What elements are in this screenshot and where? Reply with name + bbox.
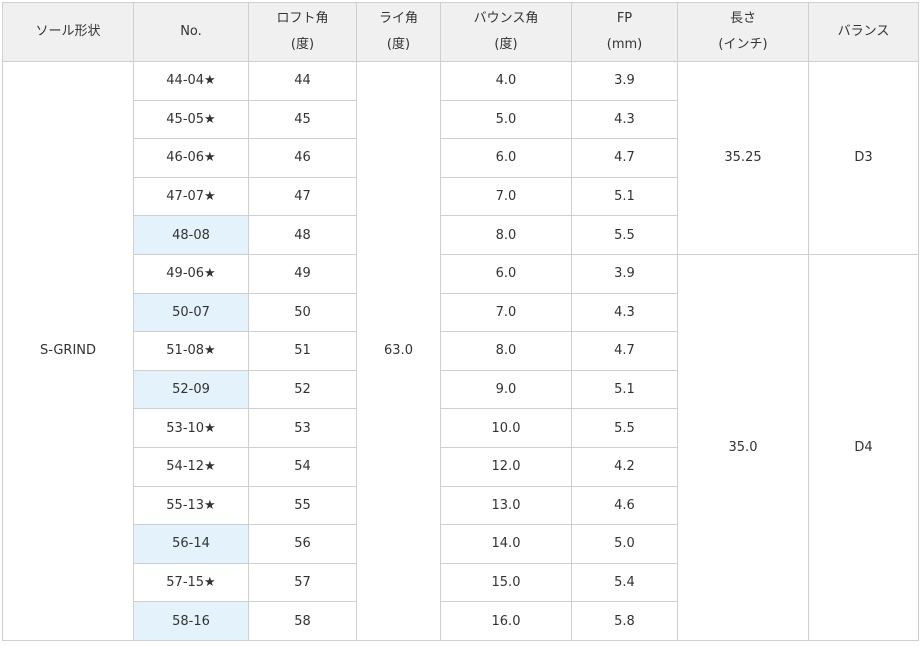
cell-loft: 54 bbox=[248, 446, 357, 487]
cell-no: 52-09 bbox=[133, 369, 249, 410]
cell-fp: 4.2 bbox=[571, 446, 678, 487]
cell-length: 35.0 bbox=[677, 253, 809, 641]
cell-loft: 47 bbox=[248, 176, 357, 217]
cell-bounce: 7.0 bbox=[440, 176, 572, 217]
cell-no: 51-08★ bbox=[133, 331, 249, 371]
cell-bounce: 9.0 bbox=[440, 369, 572, 410]
cell-bounce: 8.0 bbox=[440, 331, 572, 371]
header-lie: ライ角 (度) bbox=[356, 2, 441, 62]
table-row: S-GRIND 44-04★ 44 63.0 4.0 3.9 35.25 D3 bbox=[2, 61, 919, 641]
cell-no: 55-13★ bbox=[133, 485, 249, 526]
cell-bounce: 8.0 bbox=[440, 215, 572, 255]
header-loft: ロフト角 (度) bbox=[248, 2, 357, 62]
cell-loft: 52 bbox=[248, 369, 357, 410]
cell-no: 49-06★ bbox=[133, 253, 249, 294]
cell-fp: 5.5 bbox=[571, 408, 678, 448]
cell-fp: 5.8 bbox=[571, 601, 678, 641]
cell-no: 57-15★ bbox=[133, 562, 249, 603]
cell-loft: 56 bbox=[248, 524, 357, 564]
cell-no: 44-04★ bbox=[133, 61, 249, 101]
header-length: 長さ (インチ) bbox=[677, 2, 809, 62]
cell-fp: 4.6 bbox=[571, 485, 678, 526]
cell-loft: 55 bbox=[248, 485, 357, 526]
cell-bounce: 15.0 bbox=[440, 562, 572, 603]
header-sole: ソール形状 bbox=[2, 2, 134, 62]
cell-no: 54-12★ bbox=[133, 446, 249, 487]
table-header: ソール形状 No. ロフト角 (度) ライ角 (度) バウンス角 (度) FP (mm)… bbox=[2, 2, 919, 62]
cell-no: 46-06★ bbox=[133, 138, 249, 178]
cell-balance: D4 bbox=[808, 253, 919, 641]
cell-fp: 5.5 bbox=[571, 215, 678, 255]
cell-no: 58-16 bbox=[133, 601, 249, 641]
cell-loft: 44 bbox=[248, 61, 357, 101]
header-row: ソール形状 No. ロフト角 (度) ライ角 (度) バウンス角 (度) FP (mm)… bbox=[2, 2, 919, 62]
header-no: No. bbox=[133, 2, 249, 62]
cell-fp: 4.7 bbox=[571, 331, 678, 371]
cell-lie: 63.0 bbox=[356, 61, 441, 641]
cell-no: 48-08 bbox=[133, 215, 249, 255]
cell-loft: 57 bbox=[248, 562, 357, 603]
table-body: S-GRIND 44-04★ 44 63.0 4.0 3.9 35.25 D3 45-05★ 45… bbox=[2, 61, 919, 641]
cell-fp: 5.4 bbox=[571, 562, 678, 603]
cell-bounce: 5.0 bbox=[440, 99, 572, 140]
cell-fp: 5.1 bbox=[571, 176, 678, 217]
cell-bounce: 16.0 bbox=[440, 601, 572, 641]
cell-no: 56-14 bbox=[133, 524, 249, 564]
cell-no: 53-10★ bbox=[133, 408, 249, 448]
header-balance: バランス bbox=[808, 2, 919, 62]
cell-bounce: 13.0 bbox=[440, 485, 572, 526]
cell-loft: 58 bbox=[248, 601, 357, 641]
cell-bounce: 4.0 bbox=[440, 61, 572, 101]
cell-bounce: 12.0 bbox=[440, 446, 572, 487]
cell-loft: 51 bbox=[248, 331, 357, 371]
cell-sole: S-GRIND bbox=[2, 61, 134, 641]
cell-length: 35.25 bbox=[677, 61, 809, 255]
table-row: 49-06★ 49 6.0 3.9 35.0 D4 bbox=[3, 253, 919, 641]
cell-bounce: 6.0 bbox=[440, 138, 572, 178]
cell-fp: 4.3 bbox=[571, 292, 678, 333]
cell-no: 47-07★ bbox=[133, 176, 249, 217]
cell-bounce: 10.0 bbox=[440, 408, 572, 448]
cell-bounce: 6.0 bbox=[440, 253, 572, 294]
header-fp: FP (mm) bbox=[571, 2, 678, 62]
cell-balance: D3 bbox=[808, 61, 919, 255]
cell-loft: 49 bbox=[248, 253, 357, 294]
cell-loft: 46 bbox=[248, 138, 357, 178]
header-bounce: バウンス角 (度) bbox=[440, 2, 572, 62]
cell-no: 50-07 bbox=[133, 292, 249, 333]
cell-bounce: 7.0 bbox=[440, 292, 572, 333]
cell-fp: 4.3 bbox=[571, 99, 678, 140]
cell-loft: 53 bbox=[248, 408, 357, 448]
cell-fp: 4.7 bbox=[571, 138, 678, 178]
cell-fp: 3.9 bbox=[571, 253, 678, 294]
cell-fp: 3.9 bbox=[571, 61, 678, 101]
cell-loft: 48 bbox=[248, 215, 357, 255]
wedge-spec-table: ソール形状 No. ロフト角 (度) ライ角 (度) バウンス角 (度) FP (mm)… bbox=[2, 2, 919, 641]
cell-loft: 45 bbox=[248, 99, 357, 140]
cell-bounce: 14.0 bbox=[440, 524, 572, 564]
cell-no: 45-05★ bbox=[133, 99, 249, 140]
cell-loft: 50 bbox=[248, 292, 357, 333]
cell-fp: 5.0 bbox=[571, 524, 678, 564]
cell-fp: 5.1 bbox=[571, 369, 678, 410]
